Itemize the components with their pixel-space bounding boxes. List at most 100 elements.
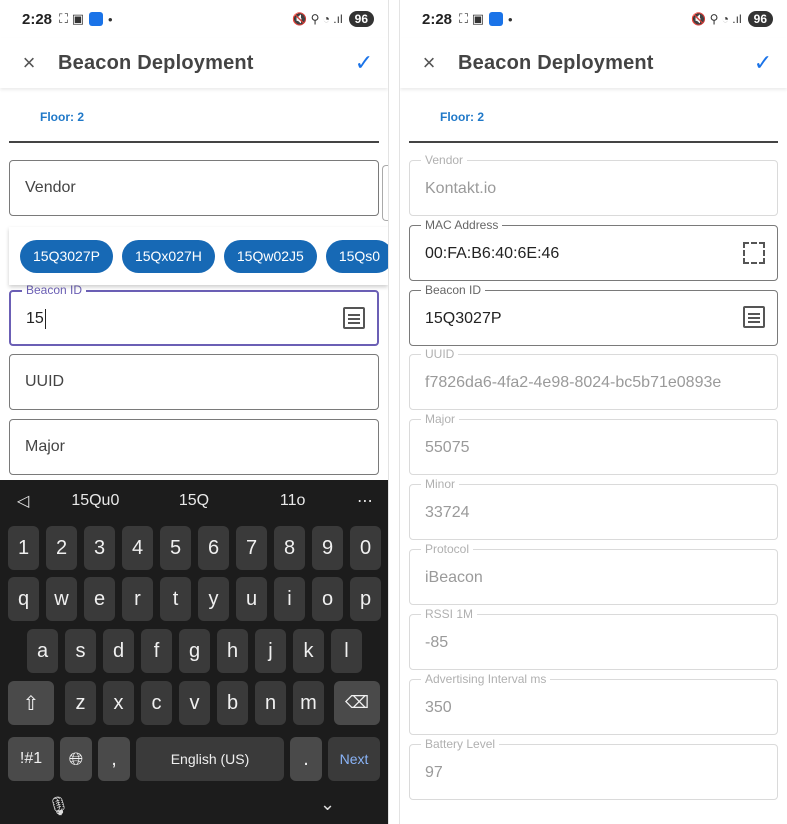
floor-divider <box>409 141 778 143</box>
key[interactable]: u <box>236 577 267 621</box>
keyboard-more-icon[interactable]: ⋯ <box>342 491 388 511</box>
advertising-interval-field: Advertising Interval ms 350 <box>409 672 778 735</box>
backspace-key-icon[interactable]: ⌫ <box>334 681 380 725</box>
key[interactable]: v <box>179 681 210 725</box>
key[interactable]: r <box>122 577 153 621</box>
key[interactable]: j <box>255 629 286 673</box>
key[interactable]: w <box>46 577 77 621</box>
hide-keyboard-chevron-icon[interactable]: ⌄ <box>320 794 335 815</box>
qr-scan-icon[interactable] <box>743 242 765 264</box>
keyboard-suggestion[interactable]: 15Q <box>145 492 244 510</box>
key[interactable]: 0 <box>350 526 381 570</box>
key[interactable]: 2 <box>46 526 77 570</box>
key[interactable]: e <box>84 577 115 621</box>
status-notification-icons: ⛶ ▣ • <box>59 11 113 27</box>
key[interactable]: g <box>179 629 210 673</box>
key-row-z: ⇧ z x c v b n m ⌫ <box>0 681 388 727</box>
comma-key[interactable]: , <box>98 737 130 781</box>
globe-key-icon[interactable]: 🌐︎ <box>60 737 92 781</box>
key[interactable]: n <box>255 681 286 725</box>
field-value: -85 <box>425 634 449 651</box>
field-value: 33724 <box>425 504 470 521</box>
key[interactable]: f <box>141 629 172 673</box>
status-bar: 2:28 ⛶ ▣ • 🔇 ⚲ ◔ .ıl 96 <box>400 0 787 38</box>
field-label: RSSI 1M <box>421 607 478 621</box>
major-field[interactable]: Major <box>9 419 379 475</box>
period-key[interactable]: . <box>290 737 322 781</box>
vendor-placeholder: Vendor <box>25 179 76 196</box>
suggestion-chip[interactable]: 15Qs0 <box>325 239 388 273</box>
key[interactable]: 9 <box>312 526 343 570</box>
key[interactable]: m <box>293 681 324 725</box>
key[interactable]: h <box>217 629 248 673</box>
barcode-scan-icon[interactable] <box>743 306 765 328</box>
keyboard-suggestion[interactable]: 15Qu0 <box>46 492 145 510</box>
field-value: 97 <box>425 764 443 781</box>
key[interactable]: y <box>198 577 229 621</box>
key[interactable]: c <box>141 681 172 725</box>
suggestion-chip[interactable]: 15Qx027H <box>121 239 215 273</box>
beacon-id-field[interactable]: Beacon ID 15 <box>9 283 379 346</box>
major-placeholder: Major <box>25 438 66 455</box>
soft-keyboard: ◁ 15Qu0 15Q 11o ⋯ 1 2 3 4 5 6 7 8 9 0 q … <box>0 480 388 824</box>
key[interactable]: 1 <box>8 526 39 570</box>
field-value: Kontakt.io <box>425 180 497 197</box>
protocol-field: Protocol iBeacon <box>409 542 778 605</box>
key[interactable]: s <box>65 629 96 673</box>
key[interactable]: q <box>8 577 39 621</box>
key[interactable]: 3 <box>84 526 115 570</box>
page-title: Beacon Deployment <box>58 51 254 74</box>
confirm-check-icon[interactable]: ✓ <box>340 50 388 76</box>
vendor-field[interactable]: Vendor <box>9 160 379 216</box>
field-label: Battery Level <box>421 737 500 751</box>
barcode-scan-icon[interactable] <box>343 307 365 329</box>
close-icon[interactable]: × <box>0 50 58 76</box>
app-notification-icon <box>489 12 504 26</box>
field-label: Minor <box>421 477 460 491</box>
key[interactable]: t <box>160 577 191 621</box>
key-row-a: a s d f g h j k l <box>0 629 388 675</box>
confirm-check-icon[interactable]: ✓ <box>739 50 787 76</box>
floor-divider <box>9 141 379 143</box>
close-icon[interactable]: × <box>400 50 458 76</box>
minor-field: Minor 33724 <box>409 477 778 540</box>
field-value: f7826da6-4fa2-4e98-8024-bc5b71e0893e <box>425 374 722 391</box>
key[interactable]: b <box>217 681 248 725</box>
status-system-icons: 🔇 ⚲ ◔ .ıl 96 <box>292 11 374 27</box>
key[interactable]: a <box>27 629 58 673</box>
key[interactable]: l <box>331 629 362 673</box>
key[interactable]: 7 <box>236 526 267 570</box>
app-bar: × Beacon Deployment ✓ <box>0 38 388 88</box>
keyboard-back-icon[interactable]: ◁ <box>0 491 46 511</box>
key[interactable]: z <box>65 681 96 725</box>
shift-key-icon[interactable]: ⇧ <box>8 681 54 725</box>
suggestion-chip[interactable]: 15Qw02J5 <box>223 239 317 273</box>
status-bar: 2:28 ⛶ ▣ • 🔇 ⚲ ◔ .ıl 96 <box>0 0 388 38</box>
key[interactable]: p <box>350 577 381 621</box>
key[interactable]: 8 <box>274 526 305 570</box>
screenshot-divider <box>388 0 400 824</box>
key[interactable]: x <box>103 681 134 725</box>
key[interactable]: 5 <box>160 526 191 570</box>
microphone-icon[interactable]: 🎙︎ <box>47 796 70 817</box>
suggestion-chip[interactable]: 15Q3027P <box>20 239 113 273</box>
key[interactable]: o <box>312 577 343 621</box>
status-time: 2:28 <box>422 10 453 28</box>
key[interactable]: d <box>103 629 134 673</box>
field-label: Vendor <box>421 153 468 167</box>
next-key[interactable]: Next <box>328 737 380 781</box>
keyboard-suggestion[interactable]: 11o <box>243 492 342 510</box>
status-notification-icons: ⛶ ▣ • <box>459 11 513 27</box>
key[interactable]: i <box>274 577 305 621</box>
key[interactable]: 4 <box>122 526 153 570</box>
symbols-key[interactable]: !#1 <box>8 737 54 781</box>
space-key[interactable]: English (US) <box>136 737 284 781</box>
key[interactable]: 6 <box>198 526 229 570</box>
mac-address-field[interactable]: MAC Address 00:FA:B6:40:6E:46 <box>409 218 778 281</box>
field-label: MAC Address <box>421 218 503 232</box>
uuid-field[interactable]: UUID <box>9 354 379 410</box>
key[interactable]: k <box>293 629 324 673</box>
battery-level-field: Battery Level 97 <box>409 737 778 800</box>
beacon-id-field[interactable]: Beacon ID 15Q3027P <box>409 283 778 346</box>
app-bar: × Beacon Deployment ✓ <box>400 38 787 88</box>
